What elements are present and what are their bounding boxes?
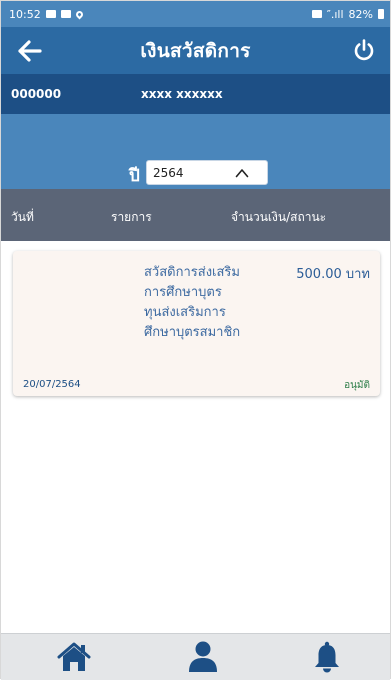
network-signal-text: ″.ıll — [326, 7, 344, 21]
bell-icon — [315, 641, 339, 673]
status-time: 10:52 — [9, 7, 41, 21]
logout-button[interactable] — [352, 38, 376, 62]
welfare-list: สวัสดิการส่งเสริม การศึกษาบุตร ทุนส่งเสร… — [1, 241, 390, 633]
record-description-line: การศึกษาบุตร — [144, 285, 222, 300]
column-item: รายการ — [111, 210, 152, 224]
year-select[interactable]: 2564 — [146, 160, 268, 185]
gallery-notification-icon — [45, 10, 56, 18]
year-label: ปี — [129, 166, 140, 186]
chevron-up-icon — [235, 169, 249, 178]
nav-notifications-button[interactable] — [310, 641, 344, 673]
record-description-line: ศึกษาบุตรสมาชิก — [144, 325, 241, 340]
welfare-record-card[interactable]: สวัสดิการส่งเสริม การศึกษาบุตร ทุนส่งเสร… — [13, 251, 380, 396]
member-id: 000000 — [11, 87, 62, 101]
battery-icon — [378, 9, 384, 19]
bottom-nav — [1, 633, 390, 680]
nav-home-button[interactable] — [57, 641, 91, 673]
page-title: เงินสวัสดิการ — [140, 39, 251, 62]
power-icon — [354, 39, 374, 61]
year-select-value: 2564 — [153, 165, 184, 180]
record-status-badge: อนุมัติ — [344, 380, 370, 391]
member-name: xxxx xxxxxx — [141, 87, 223, 101]
nav-profile-button[interactable] — [186, 641, 220, 673]
user-icon — [189, 641, 217, 672]
status-right: ″.ıll 82% — [311, 7, 384, 21]
location-icon — [74, 9, 85, 19]
status-bar: 10:52 ″.ıll 82% — [1, 1, 390, 27]
column-date: วันที่ — [11, 210, 34, 224]
message-notification-icon — [60, 10, 71, 18]
home-icon — [57, 642, 91, 671]
app-header: เงินสวัสดิการ — [1, 27, 390, 74]
table-header: วันที่ รายการ จำนวนเงิน/สถานะ — [1, 189, 390, 241]
column-amount-status: จำนวนเงิน/สถานะ — [231, 210, 327, 224]
record-description-line: ทุนส่งเสริมการ — [144, 305, 226, 320]
record-description-line: สวัสดิการส่งเสริม — [144, 265, 240, 280]
record-date: 20/07/2564 — [23, 379, 81, 390]
status-left: 10:52 — [9, 7, 85, 21]
member-bar: 000000 xxxx xxxxxx — [1, 74, 390, 114]
back-button[interactable] — [17, 39, 43, 63]
arrow-left-icon — [18, 40, 42, 62]
record-amount: 500.00 บาท — [296, 267, 370, 282]
record-description: สวัสดิการส่งเสริม การศึกษาบุตร ทุนส่งเสร… — [144, 263, 264, 343]
year-filter-area: ปี 2564 — [1, 114, 390, 189]
alarm-icon — [311, 10, 322, 18]
battery-percent: 82% — [348, 7, 373, 21]
